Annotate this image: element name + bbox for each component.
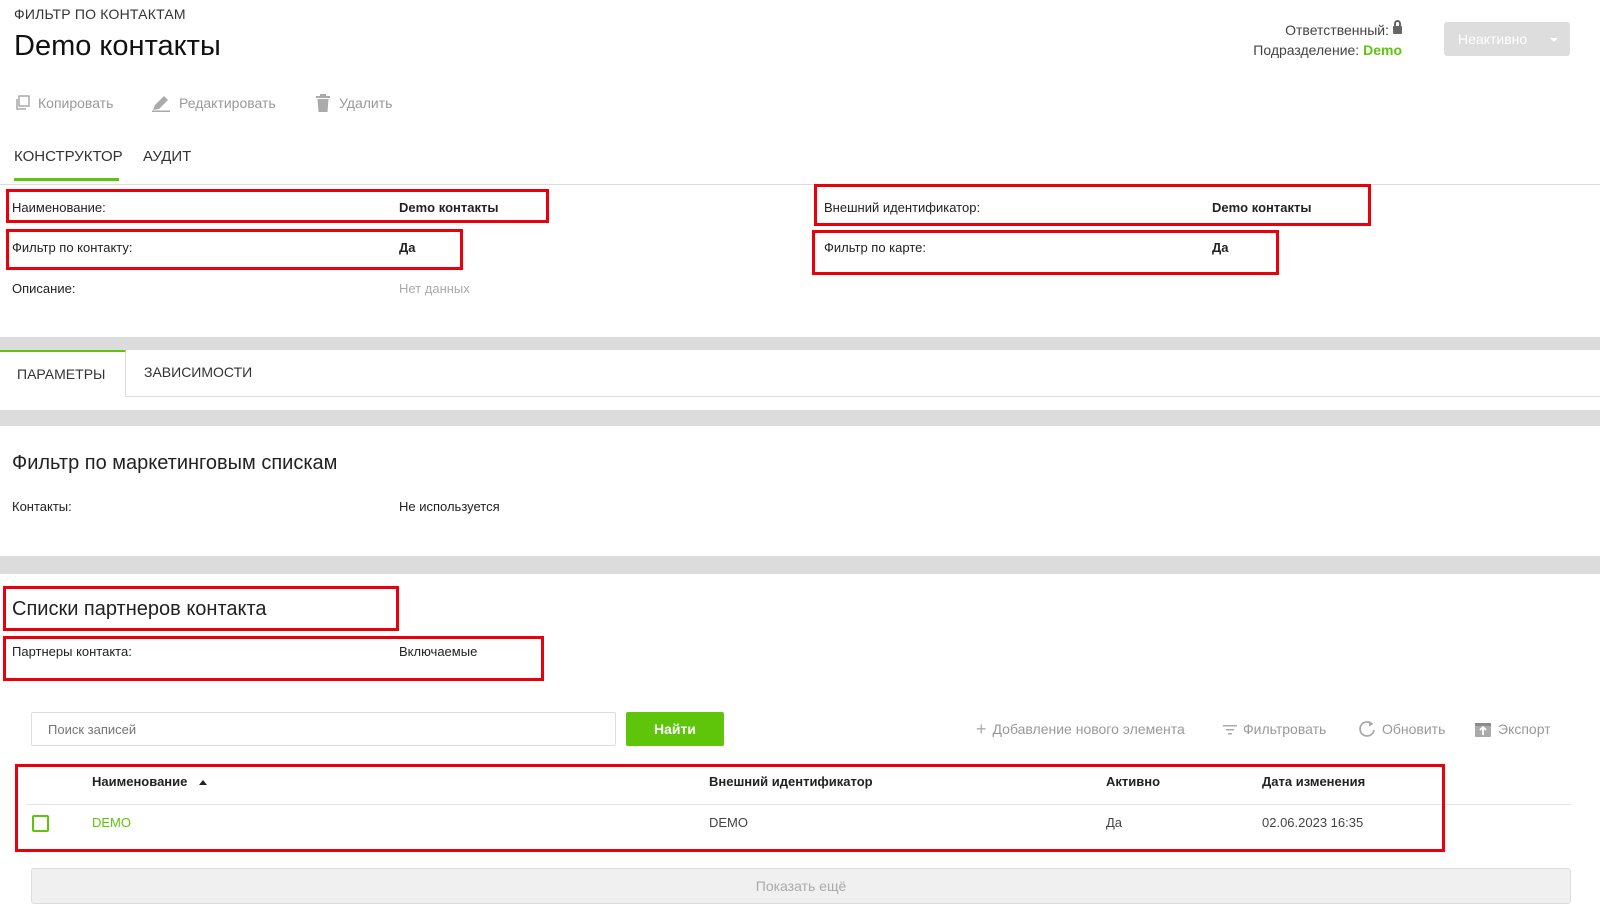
show-more-button[interactable]: Показать ещё — [31, 868, 1571, 904]
refresh-icon — [1359, 721, 1375, 737]
refresh-button[interactable]: Обновить — [1358, 718, 1445, 740]
department-label: Подразделение: — [1253, 42, 1360, 58]
row-modified: 02.06.2023 16:35 — [1262, 815, 1364, 830]
tab-constructor[interactable]: КОНСТРУКТОР — [14, 148, 123, 181]
filter-icon — [1223, 725, 1237, 735]
department-value[interactable]: Demo — [1363, 42, 1402, 58]
add-element-button[interactable]: + Добавление нового элемента — [976, 718, 1185, 740]
breadcrumb: ФИЛЬТР ПО КОНТАКТАМ — [14, 6, 186, 22]
contact-filter-label: Фильтр по контакту: — [12, 240, 133, 255]
row-active: Да — [1106, 815, 1123, 830]
external-id-label: Внешний идентификатор: — [824, 200, 981, 215]
partners-value: Включаемые — [399, 644, 478, 659]
caret-down-icon — [1550, 38, 1558, 42]
contact-filter-value: Да — [399, 240, 416, 255]
column-header-modified[interactable]: Дата изменения — [1262, 774, 1365, 789]
column-header-external-id[interactable]: Внешний идентификатор — [709, 774, 873, 789]
card-filter-label: Фильтр по карте: — [824, 240, 926, 255]
edit-label: Редактировать — [179, 95, 276, 111]
plus-icon: + — [976, 718, 987, 739]
copy-label: Копировать — [38, 95, 114, 111]
lock-icon — [1393, 20, 1402, 34]
section-separator — [0, 337, 1600, 350]
marketing-heading: Фильтр по маркетинговым спискам — [12, 452, 338, 474]
column-header-name[interactable]: Наименование — [92, 774, 207, 789]
tabs-divider — [0, 184, 1600, 185]
tab-params-label: ПАРАМЕТРЫ — [17, 366, 106, 382]
name-value: Demo контакты — [399, 200, 499, 215]
subtabs-divider — [126, 396, 1600, 397]
partners-heading: Списки партнеров контакта — [12, 598, 267, 620]
status-label: Неактивно — [1458, 31, 1528, 47]
refresh-label: Обновить — [1382, 721, 1446, 737]
section-separator — [0, 410, 1600, 426]
description-label: Описание: — [12, 281, 76, 296]
export-button[interactable]: Экспорт — [1474, 718, 1551, 740]
marketing-contacts-label: Контакты: — [12, 499, 72, 514]
card-filter-value: Да — [1212, 240, 1229, 255]
row-checkbox[interactable] — [32, 815, 49, 832]
find-button[interactable]: Найти — [626, 712, 724, 746]
row-external-id: DEMO — [709, 815, 748, 830]
partners-label: Партнеры контакта: — [12, 644, 132, 659]
edit-button[interactable]: Редактировать — [151, 92, 276, 114]
responsible-label: Ответственный: — [1285, 22, 1389, 38]
sort-asc-icon — [199, 780, 207, 785]
filter-button[interactable]: Фильтровать — [1223, 718, 1326, 740]
delete-button[interactable]: Удалить — [315, 92, 392, 114]
export-icon — [1475, 723, 1491, 737]
row-name-link[interactable]: DEMO — [92, 815, 131, 830]
trash-icon — [316, 94, 330, 112]
export-label: Экспорт — [1498, 721, 1551, 737]
delete-label: Удалить — [339, 95, 393, 111]
copy-button[interactable]: Копировать — [14, 92, 113, 114]
responsible-info: Ответственный: Подразделение: Demo — [1253, 20, 1402, 60]
copy-icon — [16, 95, 30, 110]
tab-dependencies[interactable]: ЗАВИСИМОСТИ — [144, 364, 252, 380]
marketing-contacts-value: Не используется — [399, 499, 500, 514]
external-id-value: Demo контакты — [1212, 200, 1312, 215]
tab-audit[interactable]: АУДИТ — [143, 148, 191, 181]
filter-label: Фильтровать — [1243, 721, 1327, 737]
description-value: Нет данных — [399, 281, 470, 296]
name-label: Наименование: — [12, 200, 106, 215]
add-element-label: Добавление нового элемента — [992, 721, 1185, 737]
section-separator — [0, 556, 1600, 574]
status-dropdown-button[interactable]: Неактивно — [1444, 22, 1570, 56]
table-header-divider — [26, 804, 1572, 805]
column-header-active[interactable]: Активно — [1106, 774, 1160, 789]
page-title: Demo контакты — [14, 30, 221, 62]
pencil-icon — [152, 96, 170, 112]
tab-params[interactable]: ПАРАМЕТРЫ — [0, 350, 126, 397]
search-input[interactable] — [31, 712, 616, 746]
